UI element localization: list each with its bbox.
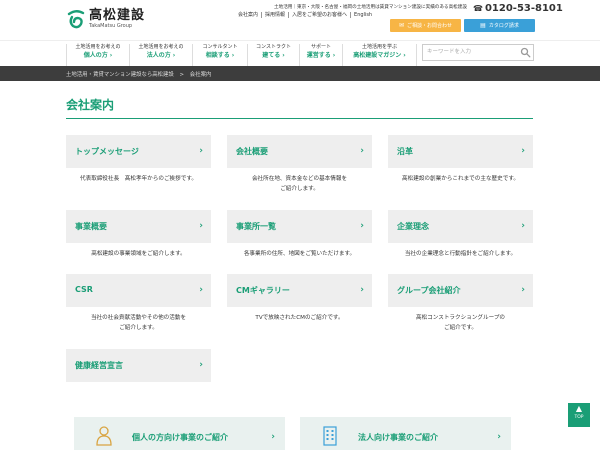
gnav-sub-label: サポート	[310, 44, 331, 50]
card-label: トップメッセージ	[75, 147, 139, 156]
card-cm-gallery[interactable]: CMギャラリー ›	[227, 274, 372, 307]
card-label: 健康経営宣言	[75, 361, 123, 370]
banner-label: 個人の方向け事業のご紹介	[132, 433, 228, 442]
back-to-top-label: TOP	[574, 415, 584, 420]
mail-icon: ✉	[398, 22, 404, 29]
chevron-right-icon: ›	[360, 285, 364, 295]
util-link-english[interactable]: English	[350, 12, 375, 18]
chevron-right-icon: ›	[360, 221, 364, 231]
chevron-right-icon: ›	[271, 432, 275, 442]
page-title: 会社案内	[66, 98, 115, 112]
card-company-overview[interactable]: 会社概要 ›	[227, 135, 372, 168]
phone-number[interactable]: ☎ 0120-53-8101	[473, 3, 563, 14]
gnav-sub-label: 土地活用を学ぶ	[361, 44, 397, 50]
chevron-right-icon: ›	[521, 146, 525, 156]
card-description: 代表取締役社長 髙松孝年からのご挨拶です。	[80, 176, 197, 182]
chevron-right-icon: ›	[199, 360, 203, 370]
gnav-main-label: 運営する	[300, 51, 342, 60]
site-tagline: 土地活用｜東京・大阪・名古屋・福岡の土地活用は賃貸マンション建設に実績のある高松…	[274, 5, 467, 10]
util-link-recruit[interactable]: 採用情報	[261, 12, 288, 18]
card-description: 髙松建設の事業領域をご紹介します。	[91, 251, 186, 257]
gnav-main-label: 相談する	[193, 51, 247, 60]
chevron-right-icon: ›	[360, 146, 364, 156]
card-history[interactable]: 沿革 ›	[388, 135, 533, 168]
card-description: 髙松コンストラクショングループの ご紹介です。	[415, 315, 506, 331]
card-label: CSR	[75, 285, 93, 294]
contact-button-label: ご相談・お問合わせ	[407, 23, 453, 29]
search-icon[interactable]	[520, 47, 531, 58]
contact-button[interactable]: ✉ ご相談・お問合わせ	[390, 19, 461, 32]
util-link-company[interactable]: 会社案内	[238, 12, 261, 18]
banner-individual-business[interactable]: 個人の方向け事業のご紹介 ›	[74, 417, 285, 450]
card-label: グループ会社紹介	[397, 286, 461, 295]
chevron-right-icon: ›	[199, 221, 203, 231]
chevron-right-icon: ›	[521, 221, 525, 231]
card-philosophy[interactable]: 企業理念 ›	[388, 210, 533, 243]
phone-number-text: 0120-53-8101	[484, 3, 563, 14]
card-label: 事業所一覧	[236, 222, 276, 231]
breadcrumb-home-link[interactable]: 土地活用・賃貸マンション建設なら高松建設	[66, 72, 174, 78]
gnav-item-corporate[interactable]: 土地活用をお考えの 法人の方	[129, 44, 192, 66]
card-group-companies[interactable]: グループ会社紹介 ›	[388, 274, 533, 307]
logo-wordmark: 高松建設	[89, 7, 146, 23]
card-label: 事業概要	[75, 222, 107, 231]
card-office-list[interactable]: 事業所一覧 ›	[227, 210, 372, 243]
catalog-button-label: カタログ請求	[488, 23, 519, 29]
card-description: 当社の社会貢献活動やその他の活動を ご紹介します。	[90, 315, 187, 331]
gnav-item-individual[interactable]: 土地活用をお考えの 個人の方	[66, 44, 129, 66]
chevron-right-icon: ›	[199, 146, 203, 156]
catalog-button[interactable]: ▤ カタログ請求	[464, 19, 535, 32]
search-input[interactable]: キーワードを入力	[422, 44, 534, 61]
gnav-main-label: 高松建設マガジン	[343, 51, 416, 60]
arrow-up-icon: ▲	[575, 404, 583, 413]
gnav-item-construct[interactable]: コンストラクト 建てる	[247, 44, 299, 66]
logo-mark-icon	[67, 10, 85, 29]
chevron-right-icon: ›	[497, 432, 501, 442]
breadcrumb-separator: >	[179, 72, 185, 78]
gnav-item-magazine[interactable]: 土地活用を学ぶ 高松建設マガジン	[342, 44, 417, 66]
card-description: 会社所在地、資本金などの基本情報を ご紹介します。	[251, 176, 348, 192]
gnav-item-consult[interactable]: コンサルタント 相談する	[192, 44, 247, 66]
card-csr[interactable]: CSR ›	[66, 274, 211, 307]
card-health-declaration[interactable]: 健康経営宣言 ›	[66, 349, 211, 382]
card-description: TVで放映されたCMのご紹介です。	[255, 315, 344, 321]
card-description: 各事業所の住所、地図をご覧いただけます。	[243, 251, 356, 257]
card-label: CMギャラリー	[236, 286, 290, 295]
card-label: 会社概要	[236, 147, 268, 156]
gnav-sub-label: 土地活用をお考えの	[75, 44, 121, 50]
gnav-sub-label: 土地活用をお考えの	[138, 44, 184, 50]
breadcrumb: 土地活用・賃貸マンション建設なら高松建設 > 会社案内	[0, 66, 600, 81]
gnav-sub-label: コンサルタント	[202, 44, 238, 50]
chevron-right-icon: ›	[521, 285, 525, 295]
phone-icon: ☎	[473, 4, 483, 13]
card-description: 髙松建設の創業からこれまでの主な歴史です。	[402, 176, 519, 182]
logo-subtext: TakaMatsu Group	[89, 22, 133, 29]
card-business-outline[interactable]: 事業概要 ›	[66, 210, 211, 243]
chevron-right-icon: ›	[199, 285, 203, 295]
banner-label: 法人向け事業のご紹介	[358, 433, 438, 442]
gnav-main-label: 法人の方	[130, 51, 192, 60]
util-link-residents[interactable]: 入居をご希望のお客様へ	[288, 12, 350, 18]
card-label: 企業理念	[397, 222, 429, 231]
banner-corporate-business[interactable]: 法人向け事業のご紹介 ›	[300, 417, 511, 450]
site-header: 高松建設 TakaMatsu Group 土地活用｜東京・大阪・名古屋・福岡の土…	[0, 0, 600, 40]
card-top-message[interactable]: トップメッセージ ›	[66, 135, 211, 168]
back-to-top-button[interactable]: ▲ TOP	[568, 403, 590, 427]
utility-nav: 会社案内 採用情報 入居をご希望のお客様へ English	[238, 12, 375, 18]
gnav-main-label: 個人の方	[67, 51, 129, 60]
title-divider	[66, 118, 533, 119]
card-label: 沿革	[397, 147, 413, 156]
building-icon	[323, 426, 337, 446]
site-logo[interactable]: 高松建設 TakaMatsu Group	[66, 8, 145, 30]
book-icon: ▤	[480, 22, 486, 29]
breadcrumb-current: 会社案内	[189, 72, 212, 78]
gnav-sub-label: コンストラクト	[256, 44, 291, 50]
card-description: 当社の企業理念と行動指針をご紹介します。	[404, 251, 517, 257]
gnav-item-support[interactable]: サポート 運営する	[299, 44, 342, 66]
gnav-main-label: 建てる	[248, 51, 299, 60]
person-icon	[96, 426, 112, 446]
